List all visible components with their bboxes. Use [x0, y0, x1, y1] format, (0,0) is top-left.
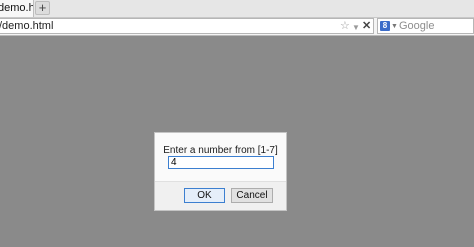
address-text: /demo.html [0, 20, 54, 32]
dropdown-icon[interactable]: ▼ [352, 22, 360, 34]
number-input[interactable] [168, 156, 274, 169]
close-icon[interactable]: ✕ [362, 20, 371, 32]
star-icon[interactable]: ☆ [340, 20, 350, 32]
browser-window: demo.html + /demo.html ☆ ▼ ✕ 8 ▼ Google … [0, 0, 474, 247]
tab-strip: demo.html + [0, 0, 474, 18]
prompt-message: Enter a number from [1-7] [163, 145, 278, 156]
tab-label: demo.html [0, 2, 34, 14]
search-input[interactable]: Google [399, 20, 434, 32]
cancel-button[interactable]: Cancel [231, 188, 273, 203]
search-engine-icon[interactable]: 8 [380, 21, 390, 31]
navigation-bar: /demo.html ☆ ▼ ✕ 8 ▼ Google [0, 18, 474, 36]
prompt-dialog: Enter a number from [1-7] OK Cancel [154, 132, 287, 211]
dialog-divider [155, 181, 286, 182]
tab-demo[interactable]: demo.html [0, 0, 34, 17]
ok-button[interactable]: OK [184, 188, 225, 203]
address-bar[interactable]: /demo.html ☆ ▼ ✕ [0, 18, 374, 34]
new-tab-button[interactable]: + [35, 1, 50, 15]
engine-dropdown-icon[interactable]: ▼ [391, 23, 398, 30]
search-bar[interactable]: 8 ▼ Google [377, 18, 474, 34]
